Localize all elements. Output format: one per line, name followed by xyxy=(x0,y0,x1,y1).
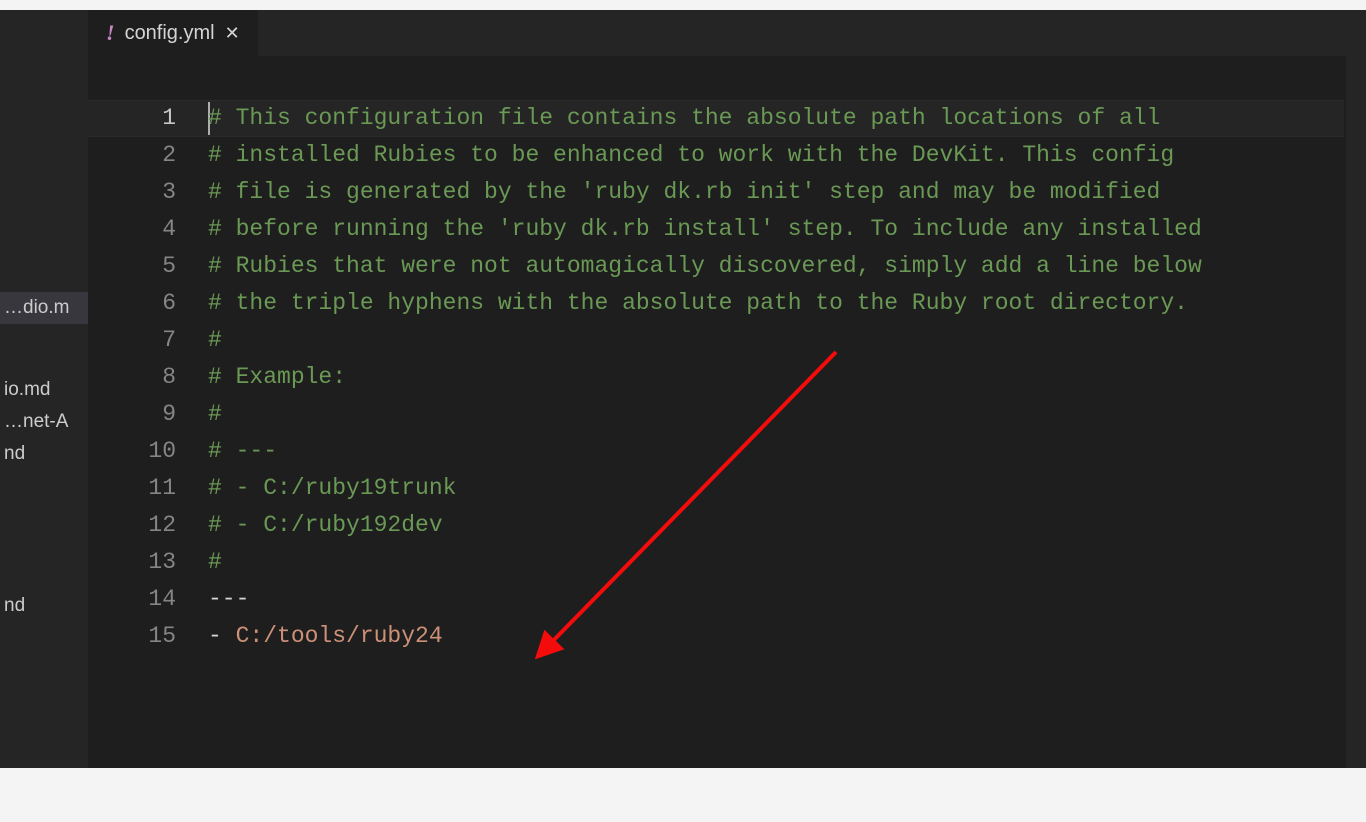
explorer-item[interactable]: io.md xyxy=(0,374,88,406)
code-line[interactable]: - C:/tools/ruby24 xyxy=(208,618,1344,655)
code-line[interactable]: # Example: xyxy=(208,359,1344,396)
code-line[interactable]: # file is generated by the 'ruby dk.rb i… xyxy=(208,174,1344,211)
code-line[interactable]: # before running the 'ruby dk.rb install… xyxy=(208,211,1344,248)
line-number[interactable]: 11 xyxy=(88,470,208,507)
line-number-gutter: 1 2 3 4 5 6 7 8 9 10 11 12 13 14 15 xyxy=(88,100,208,655)
minimap[interactable] xyxy=(1346,56,1366,768)
line-number[interactable]: 8 xyxy=(88,359,208,396)
code-line[interactable]: # Rubies that were not automagically dis… xyxy=(208,248,1344,285)
line-number[interactable]: 15 xyxy=(88,618,208,655)
editor-window: dio.m… io.md net-A… nd nd ! config.yml ✕… xyxy=(0,10,1366,768)
line-number[interactable]: 7 xyxy=(88,322,208,359)
yaml-file-icon: ! xyxy=(106,20,115,46)
close-icon[interactable]: ✕ xyxy=(225,24,240,42)
code-line[interactable]: # xyxy=(208,544,1344,581)
code-line[interactable]: # installed Rubies to be enhanced to wor… xyxy=(208,137,1344,174)
line-number[interactable]: 6 xyxy=(88,285,208,322)
code-line[interactable]: # xyxy=(208,396,1344,433)
code-line[interactable]: # xyxy=(208,322,1344,359)
tab-filename: config.yml xyxy=(125,22,215,45)
line-number[interactable]: 14 xyxy=(88,581,208,618)
line-number[interactable]: 13 xyxy=(88,544,208,581)
code-line[interactable]: # - C:/ruby192dev xyxy=(208,507,1344,544)
line-number[interactable]: 2 xyxy=(88,137,208,174)
line-number[interactable]: 5 xyxy=(88,248,208,285)
explorer-item[interactable]: nd xyxy=(0,438,88,470)
code-line[interactable]: --- xyxy=(208,581,1344,618)
window-top-strip xyxy=(0,0,1366,10)
code-line[interactable]: # - C:/ruby19trunk xyxy=(208,470,1344,507)
line-number[interactable]: 10 xyxy=(88,433,208,470)
code-line[interactable]: # This configuration file contains the a… xyxy=(208,100,1344,137)
explorer-panel: dio.m… io.md net-A… nd nd xyxy=(0,10,88,768)
explorer-item[interactable]: net-A… xyxy=(0,406,88,438)
line-number[interactable]: 4 xyxy=(88,211,208,248)
explorer-item[interactable]: nd xyxy=(0,590,88,622)
tab-config-yml[interactable]: ! config.yml ✕ xyxy=(88,10,258,56)
line-number[interactable]: 12 xyxy=(88,507,208,544)
explorer-item-selected[interactable]: dio.m… xyxy=(0,292,88,324)
line-number[interactable]: 9 xyxy=(88,396,208,433)
code-content[interactable]: # This configuration file contains the a… xyxy=(208,100,1344,655)
line-number[interactable]: 3 xyxy=(88,174,208,211)
code-editor[interactable]: 1 2 3 4 5 6 7 8 9 10 11 12 13 14 15 # Th… xyxy=(88,56,1366,768)
code-line[interactable]: # --- xyxy=(208,433,1344,470)
line-number[interactable]: 1 xyxy=(88,100,208,137)
code-line[interactable]: # the triple hyphens with the absolute p… xyxy=(208,285,1344,322)
tab-bar: ! config.yml ✕ xyxy=(88,10,1366,56)
